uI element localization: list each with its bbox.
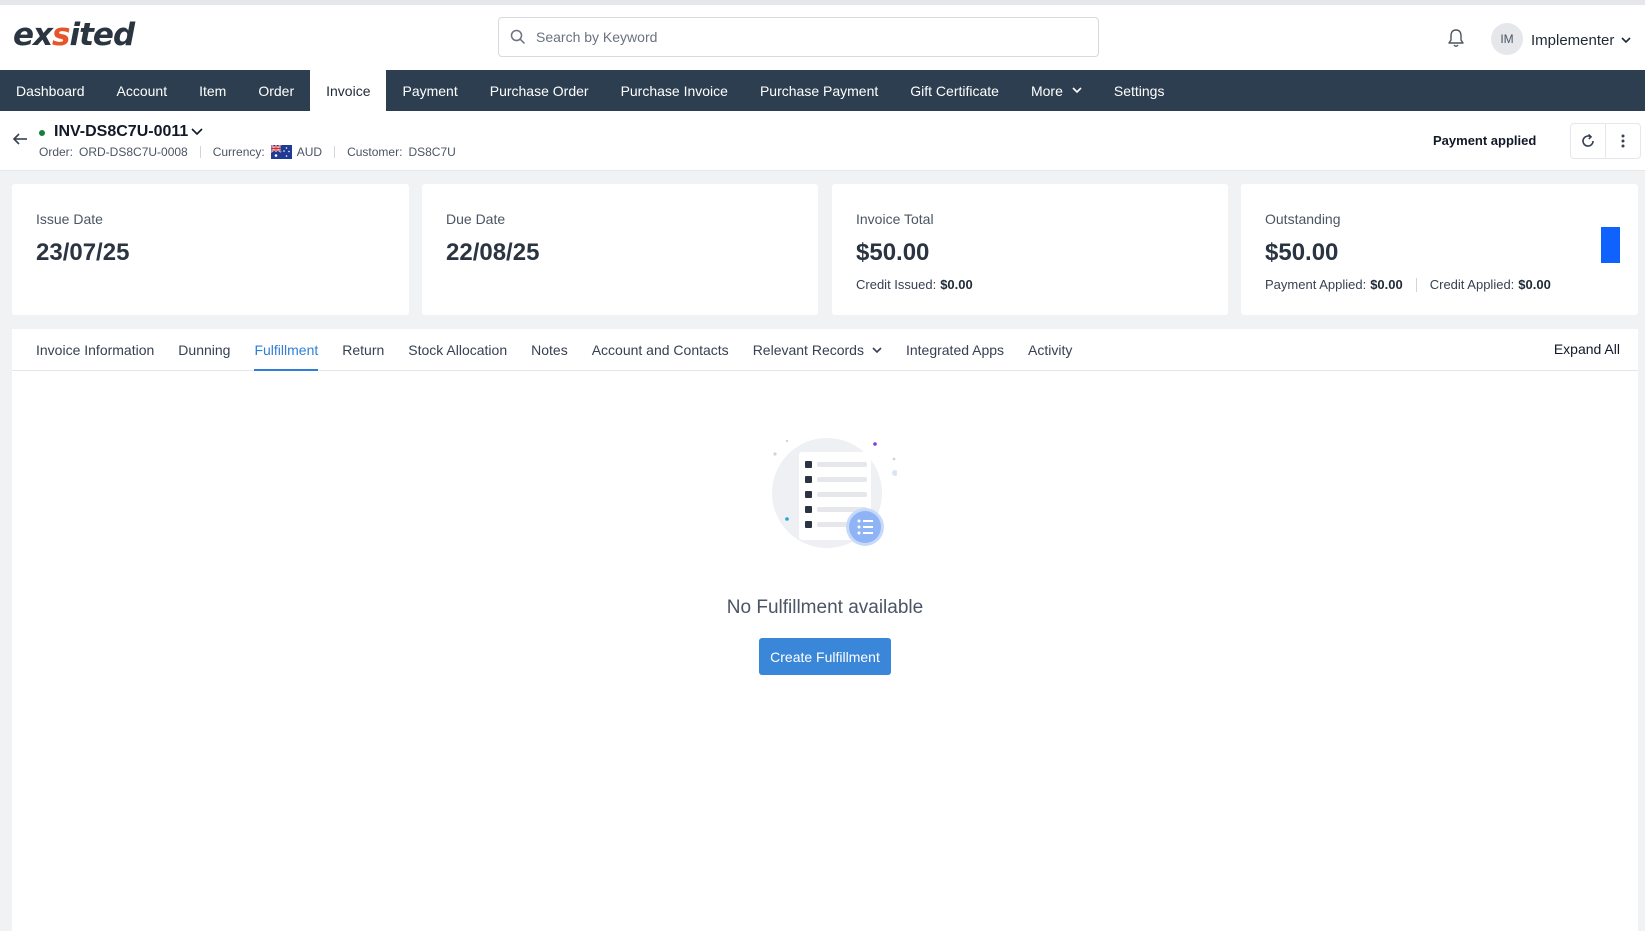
- nav-more[interactable]: More: [1015, 70, 1098, 111]
- invoice-total-card: Invoice Total $50.00 Credit Issued: $0.00: [832, 184, 1228, 315]
- card-value: 22/08/25: [446, 239, 540, 266]
- nav-purchase-payment[interactable]: Purchase Payment: [744, 70, 894, 111]
- logo-text-accent: s: [52, 17, 70, 53]
- nav-settings[interactable]: Settings: [1098, 70, 1181, 111]
- record-header: INV-DS8C7U-0011 Order: ORD-DS8C7U-0008 C…: [0, 111, 1645, 171]
- credit-issued: Credit Issued: $0.00: [856, 277, 973, 292]
- tab-integrated-apps[interactable]: Integrated Apps: [894, 329, 1016, 371]
- card-label: Outstanding: [1265, 211, 1341, 227]
- tab-stock-allocation[interactable]: Stock Allocation: [396, 329, 519, 371]
- empty-state-message: No Fulfillment available: [726, 597, 924, 618]
- customer-link[interactable]: DS8C7U: [408, 145, 455, 159]
- refresh-button[interactable]: [1570, 123, 1606, 159]
- divider: [199, 146, 201, 158]
- order-label: Order:: [39, 145, 74, 159]
- currency-value: AUD: [296, 145, 323, 159]
- nav-purchase-order[interactable]: Purchase Order: [474, 70, 605, 111]
- card-value: 23/07/25: [36, 239, 130, 266]
- nav-order[interactable]: Order: [242, 70, 310, 111]
- refresh-icon: [1582, 133, 1594, 147]
- divider: [1415, 277, 1417, 292]
- due-date-card: Due Date 22/08/25: [422, 184, 818, 315]
- more-options-button[interactable]: [1605, 123, 1641, 159]
- credit-issued-value: $0.00: [940, 277, 973, 292]
- search-input[interactable]: [536, 29, 1056, 45]
- chevron-down-icon[interactable]: [1620, 35, 1632, 45]
- invoice-title: INV-DS8C7U-0011: [54, 123, 189, 140]
- logo-text: ited: [69, 17, 135, 53]
- empty-list-illustration-icon: [772, 438, 897, 548]
- user-name[interactable]: Implementer: [1531, 32, 1614, 49]
- main-nav: Dashboard Account Item Order Invoice Pay…: [0, 70, 1645, 111]
- tab-return[interactable]: Return: [330, 329, 396, 371]
- card-label: Issue Date: [36, 211, 103, 227]
- tab-account-and-contacts[interactable]: Account and Contacts: [580, 329, 741, 371]
- search-icon: [510, 29, 526, 45]
- australia-flag-icon: [270, 145, 292, 159]
- tab-activity[interactable]: Activity: [1016, 329, 1084, 371]
- nav-purchase-invoice[interactable]: Purchase Invoice: [605, 70, 744, 111]
- side-panel-handle[interactable]: [1601, 227, 1620, 263]
- currency-label: Currency:: [212, 145, 265, 159]
- order-link[interactable]: ORD-DS8C7U-0008: [79, 145, 188, 159]
- credit-applied-label: Credit Applied:: [1429, 277, 1515, 292]
- tab-relevant-records[interactable]: Relevant Records: [741, 329, 894, 371]
- bell-icon[interactable]: [1447, 28, 1465, 48]
- tab-notes[interactable]: Notes: [519, 329, 580, 371]
- tab-invoice-information[interactable]: Invoice Information: [24, 329, 166, 371]
- card-value: $50.00: [856, 239, 930, 266]
- credit-applied-value: $0.00: [1518, 277, 1551, 292]
- nav-invoice[interactable]: Invoice: [310, 70, 387, 111]
- outstanding-breakdown: Payment Applied: $0.00 Credit Applied: $0.…: [1265, 277, 1551, 292]
- customer-label: Customer:: [347, 145, 403, 159]
- expand-all-button[interactable]: Expand All: [1554, 341, 1620, 357]
- divider: [334, 146, 336, 158]
- avatar[interactable]: IM: [1491, 23, 1523, 55]
- tab-label: Relevant Records: [752, 342, 864, 358]
- more-vertical-icon: [1621, 134, 1625, 148]
- tab-dunning[interactable]: Dunning: [166, 329, 242, 371]
- search-box[interactable]: [498, 17, 1099, 57]
- nav-dashboard[interactable]: Dashboard: [0, 70, 101, 111]
- nav-account[interactable]: Account: [101, 70, 184, 111]
- payment-applied-label: Payment Applied:: [1265, 277, 1367, 292]
- nav-payment[interactable]: Payment: [386, 70, 473, 111]
- payment-applied-value: $0.00: [1370, 277, 1403, 292]
- nav-more-label: More: [1030, 82, 1063, 99]
- card-value: $50.00: [1265, 239, 1339, 266]
- status-badge: Payment applied: [1433, 133, 1537, 148]
- chevron-down-icon: [1072, 87, 1082, 94]
- outstanding-card: Outstanding $50.00 Payment Applied: $0.00…: [1241, 184, 1638, 315]
- logo-text: ex: [13, 17, 53, 53]
- invoice-meta: Order: ORD-DS8C7U-0008 Currency: AUD Cus…: [39, 145, 456, 159]
- card-label: Due Date: [446, 211, 506, 227]
- back-arrow-icon[interactable]: [12, 132, 28, 146]
- credit-issued-label: Credit Issued:: [856, 277, 937, 292]
- nav-item[interactable]: Item: [183, 70, 242, 111]
- detail-tabs: Invoice Information Dunning Fulfillment …: [12, 329, 1638, 371]
- top-bar: exsited IM Implementer: [0, 0, 1645, 70]
- create-fulfillment-button[interactable]: Create Fulfillment: [759, 638, 891, 675]
- detail-panel: Invoice Information Dunning Fulfillment …: [12, 329, 1638, 931]
- tab-fulfillment[interactable]: Fulfillment: [242, 329, 330, 371]
- card-label: Invoice Total: [856, 211, 934, 227]
- issue-date-card: Issue Date 23/07/25: [12, 184, 409, 315]
- nav-gift-certificate[interactable]: Gift Certificate: [894, 70, 1015, 111]
- exsited-logo[interactable]: exsited: [13, 17, 135, 53]
- chevron-down-icon[interactable]: [191, 128, 203, 136]
- chevron-down-icon: [872, 346, 882, 353]
- status-dot: [39, 130, 45, 136]
